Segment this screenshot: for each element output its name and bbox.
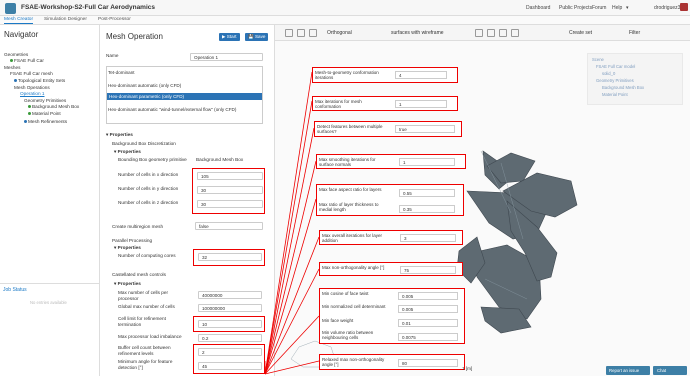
- scene-tree-overlay[interactable]: Scene FSAE Full Car model solid_0 Geomet…: [587, 53, 683, 105]
- callout-layer-iterations: Max overall iterations for layer additio…: [319, 230, 463, 245]
- callout-label: Min volume ratio between neighbouring ce…: [322, 330, 374, 340]
- scene-tree-item[interactable]: Background Mesh Box: [602, 85, 644, 90]
- callout-mesh-quality: Min cosine of face twist 0.005 Min norma…: [319, 288, 465, 344]
- min-face-weight-input[interactable]: 0.01: [398, 319, 458, 327]
- scene-tree-item[interactable]: Geometry Primitives: [596, 78, 634, 83]
- callout-max-conformation-iterations: Max iterations for mesh conformation 1: [312, 96, 458, 111]
- relaxed-non-orthogonality-input[interactable]: 80: [398, 359, 458, 367]
- callout-detect-features: Detect features between multiple surface…: [314, 121, 462, 137]
- scale-bar-label: 1 [m]: [462, 366, 473, 371]
- callout-label: Min cosine of face twist: [322, 291, 369, 296]
- callout-smoothing-iterations: Max smoothing iterations for surface nor…: [316, 154, 466, 169]
- leader-line: [264, 160, 317, 375]
- callout-label: Max ratio of layer thickness to medial l…: [319, 202, 379, 212]
- leader-line: [264, 127, 315, 375]
- leader-line: [264, 360, 320, 375]
- callout-label: Max smoothing iterations for surface nor…: [319, 157, 376, 167]
- min-determinant-input[interactable]: 0.005: [398, 305, 458, 313]
- scene-tree-item[interactable]: Material Point: [602, 92, 628, 97]
- callout-layer-ratios: Max face aspect ratio for layers 0.55 Ma…: [316, 184, 464, 216]
- callout-label: Min face weight: [322, 318, 354, 323]
- scene-tree-item[interactable]: solid_0: [602, 71, 615, 76]
- callout-label: Mesh-to-geometry conformation iterations: [315, 70, 379, 80]
- min-volume-ratio-input[interactable]: 0.0075: [398, 333, 458, 341]
- callout-non-orthogonality: Max non-orthogonality angle [°] 75: [319, 262, 463, 276]
- callout-label: Detect features between multiple surface…: [317, 124, 383, 134]
- callout-label: Max overall iterations for layer additio…: [322, 233, 383, 243]
- leader-line: [264, 236, 320, 375]
- chat-button[interactable]: Chat: [653, 366, 687, 375]
- smoothing-iterations-input[interactable]: 1: [399, 158, 455, 166]
- conformation-iterations-input[interactable]: 4: [395, 71, 447, 79]
- callout-label: Relaxed max non-orthogonality angle [°]: [322, 357, 385, 367]
- scene-tree-item[interactable]: Scene: [592, 57, 604, 62]
- face-aspect-ratio-input[interactable]: 0.55: [399, 189, 455, 197]
- scene-tree-item[interactable]: FSAE Full Car model: [596, 64, 635, 69]
- layer-iterations-input[interactable]: 3: [400, 234, 456, 242]
- callout-conformation-iterations: Mesh-to-geometry conformation iterations…: [312, 67, 458, 83]
- callout-label: Max non-orthogonality angle [°]: [322, 265, 385, 270]
- layer-thickness-ratio-input[interactable]: 0.35: [399, 205, 455, 213]
- min-twist-input[interactable]: 0.005: [398, 292, 458, 300]
- callout-label: Max iterations for mesh conformation: [315, 99, 362, 109]
- non-orthogonality-input[interactable]: 75: [400, 266, 456, 274]
- callout-relaxed-non-orthogonality: Relaxed max non-orthogonality angle [°] …: [319, 354, 465, 370]
- callout-label: Max face aspect ratio for layers: [319, 187, 382, 192]
- max-conformation-iterations-input[interactable]: 1: [395, 100, 447, 108]
- detect-features-select[interactable]: true: [395, 125, 455, 133]
- callout-label: Min normalized cell determinant: [322, 304, 386, 309]
- report-issue-button[interactable]: Report an issue: [606, 366, 650, 375]
